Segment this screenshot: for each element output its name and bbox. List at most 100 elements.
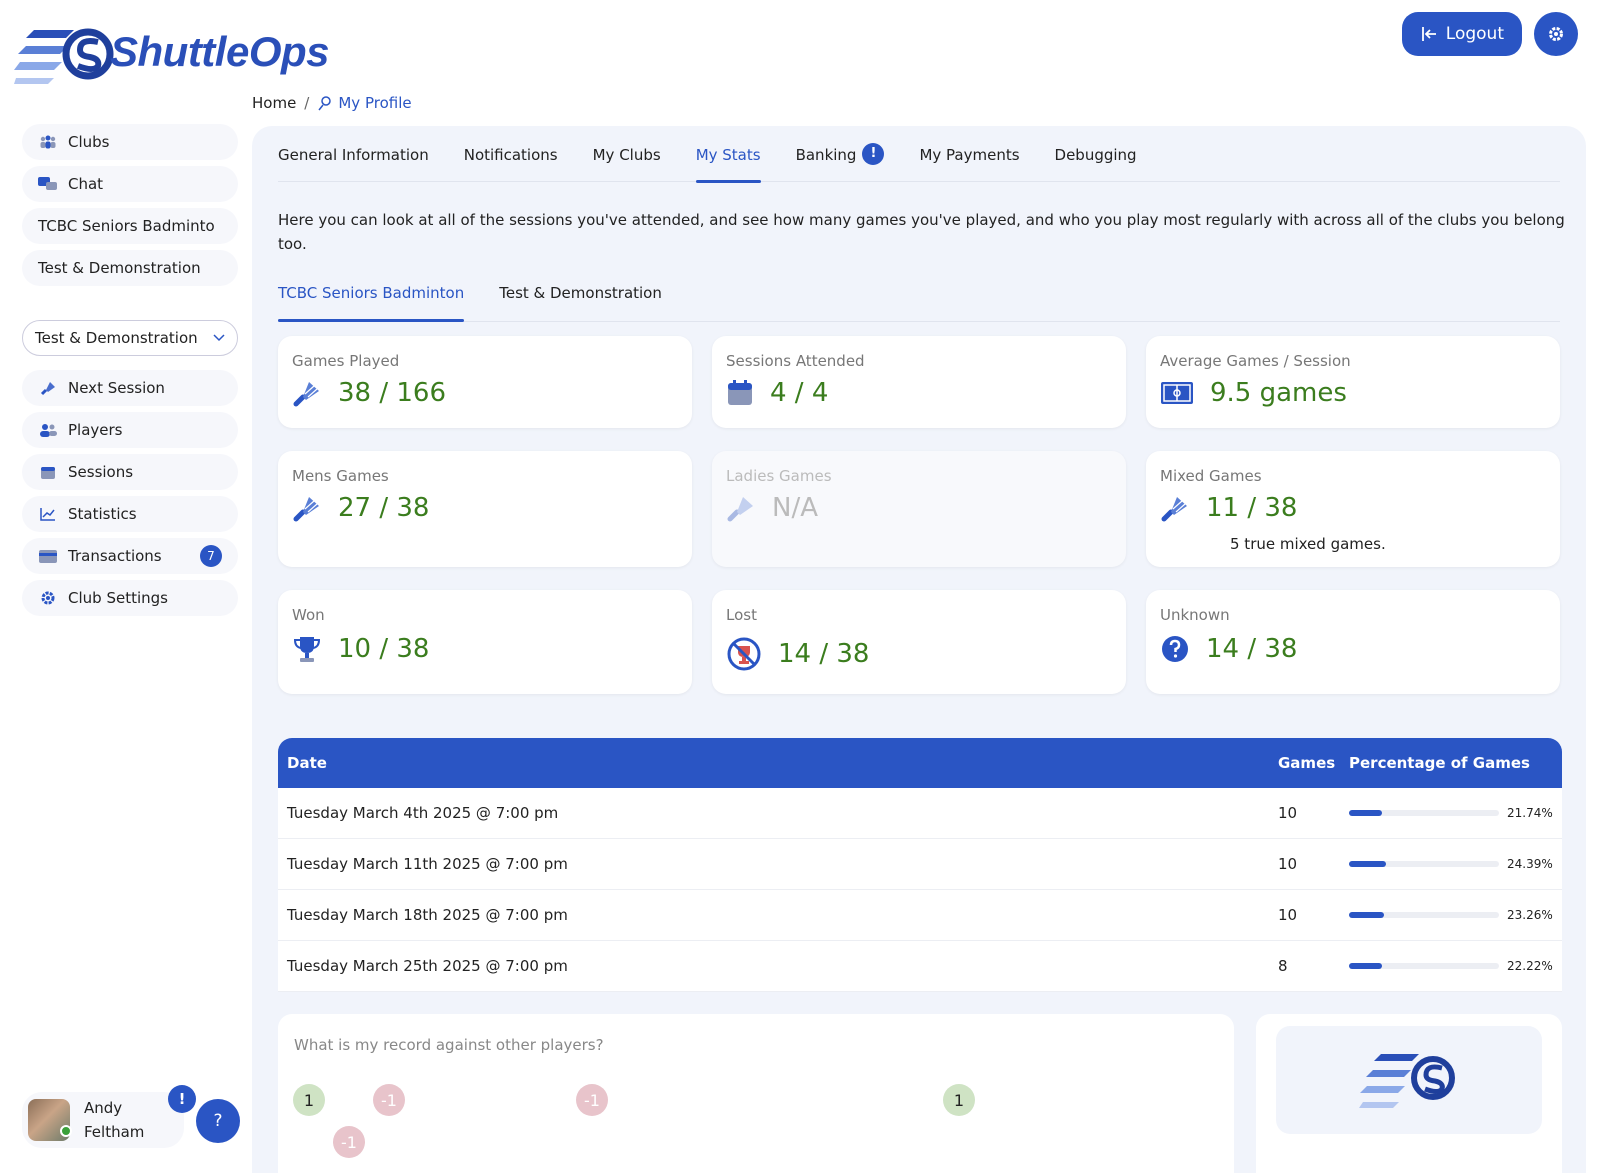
stat-card-mens-games: Mens Games 27 / 38 [278,451,692,567]
table-header: Date Games Percentage of Games [278,738,1562,788]
logo-text: ShuttleOps [110,28,330,75]
header-games[interactable]: Games [1278,754,1349,772]
cell-games: 10 [1278,906,1298,924]
banking-alert-badge: ! [862,143,885,165]
breadcrumb-home[interactable]: Home [252,94,296,112]
percentage-bar-fill [1349,810,1382,816]
header-percentage[interactable]: Percentage of Games [1349,754,1562,772]
sidebar-item-statistics[interactable]: Statistics [22,496,238,532]
breadcrumb-separator: / [304,94,310,112]
stat-card-sessions-attended: Sessions Attended 4 / 4 [712,336,1126,428]
stat-value: N/A [772,493,818,523]
calendar-icon [38,465,58,479]
tab-my-stats[interactable]: My Stats [695,146,761,183]
stat-card-ladies-games: Ladies Games N/A [712,451,1126,567]
court-icon [1161,382,1193,404]
no-trophy-icon [727,637,761,671]
sidebar-item-transactions[interactable]: Transactions 7 [22,538,238,574]
shuttlecock-icon [293,382,319,407]
stat-value: 4 / 4 [770,378,829,408]
breadcrumb: Home / My Profile [252,94,412,112]
shuttlecock-icon [38,380,58,396]
gear-icon [1549,27,1563,41]
record-bubble[interactable]: -1 [333,1126,365,1158]
tab-notifications[interactable]: Notifications [464,146,558,182]
stat-label: Average Games / Session [1160,352,1351,370]
sidebar-item-players[interactable]: Players [22,412,238,448]
sidebar-item-chat[interactable]: Chat [22,166,238,202]
subtab-tcbc-seniors[interactable]: TCBC Seniors Badminton [278,284,465,322]
user-last-name: Feltham [84,1123,145,1141]
stat-label: Won [292,606,325,624]
stat-card-unknown: Unknown 14 / 38 [1146,590,1560,694]
tab-label: General Information [278,146,429,164]
tab-label: My Payments [919,146,1020,164]
sidebar-item-next-session[interactable]: Next Session [22,370,238,406]
stat-label: Unknown [1160,606,1230,624]
shuttlecock-icon [1161,497,1187,522]
table-row[interactable]: Tuesday March 4th 2025 @ 7:00 pm 10 21.7… [278,788,1562,839]
alert-icon[interactable]: ! [168,1085,196,1113]
user-first-name: Andy [84,1099,123,1117]
tab-my-payments[interactable]: My Payments [919,146,1019,182]
help-button[interactable]: ? [196,1099,240,1143]
percentage-bar-fill [1349,861,1386,867]
calendar-icon [728,380,752,405]
header-date[interactable]: Date [278,754,1278,772]
user-search-icon [318,96,332,111]
percentage-bar [1349,810,1499,816]
logo-mark-icon [14,28,114,84]
cell-date: Tuesday March 18th 2025 @ 7:00 pm [287,906,568,924]
stat-label: Games Played [292,352,400,370]
shuttlecock-icon [293,497,319,522]
avatar [28,1099,72,1141]
sidebar-item-label: Club Settings [68,589,168,607]
logout-button[interactable]: Logout [1401,12,1522,56]
cell-percentage: 22.22% [1507,959,1553,973]
sidebar-item-clubs[interactable]: Clubs [22,124,238,160]
table-row[interactable]: Tuesday March 18th 2025 @ 7:00 pm 10 23.… [278,890,1562,941]
stat-card-mixed-games: Mixed Games 11 / 38 5 true mixed games. [1146,451,1560,567]
logout-icon [1421,27,1436,41]
cell-games: 10 [1278,804,1298,822]
logo-mark-icon [1359,1054,1455,1108]
table-row[interactable]: Tuesday March 11th 2025 @ 7:00 pm 10 24.… [278,839,1562,890]
club-select-value: Test & Demonstration [35,329,198,347]
settings-button[interactable] [1534,12,1578,56]
cell-percentage: 21.74% [1507,806,1553,820]
record-bubble[interactable]: 1 [293,1084,325,1116]
sidebar-item-label: Transactions [68,547,162,565]
stat-label: Sessions Attended [726,352,865,370]
tab-general-information[interactable]: General Information [278,146,429,182]
tab-debugging[interactable]: Debugging [1055,146,1137,182]
user-card[interactable]: Andy Feltham [22,1092,184,1148]
question-circle-icon [1162,636,1188,662]
sidebar-item-club-test[interactable]: Test & Demonstration [22,250,238,286]
stat-value: 9.5 games [1210,378,1347,408]
stat-value: 14 / 38 [1206,634,1298,664]
sidebar-item-sessions[interactable]: Sessions [22,454,238,490]
percentage-bar [1349,963,1499,969]
record-bubble[interactable]: 1 [943,1084,975,1116]
stat-card-games-played: Games Played 38 / 166 [278,336,692,428]
app-logo[interactable]: ShuttleOps [14,24,374,90]
sidebar-item-club-tcbc[interactable]: TCBC Seniors Badminto [22,208,238,244]
stat-label: Mens Games [292,467,389,485]
subtab-label: Test & Demonstration [499,284,662,302]
logo-placeholder [1276,1026,1542,1134]
stat-value: 38 / 166 [338,378,446,408]
subtab-test-demonstration[interactable]: Test & Demonstration [499,284,662,321]
sidebar-item-club-settings[interactable]: Club Settings [22,580,238,616]
transactions-badge: 7 [200,545,222,567]
tab-my-clubs[interactable]: My Clubs [593,146,661,182]
chat-icon [38,176,58,192]
club-select[interactable]: Test & Demonstration [22,320,238,356]
table-row[interactable]: Tuesday March 25th 2025 @ 7:00 pm 8 22.2… [278,941,1562,992]
tab-banking[interactable]: Banking! [796,143,885,182]
stat-label: Lost [726,606,757,624]
sidebar-item-label: Sessions [68,463,134,481]
club-subtabs: TCBC Seniors Badminton Test & Demonstrat… [278,284,1560,322]
tab-label: My Stats [695,146,761,164]
record-bubble[interactable]: -1 [576,1084,608,1116]
record-bubble[interactable]: -1 [373,1084,405,1116]
